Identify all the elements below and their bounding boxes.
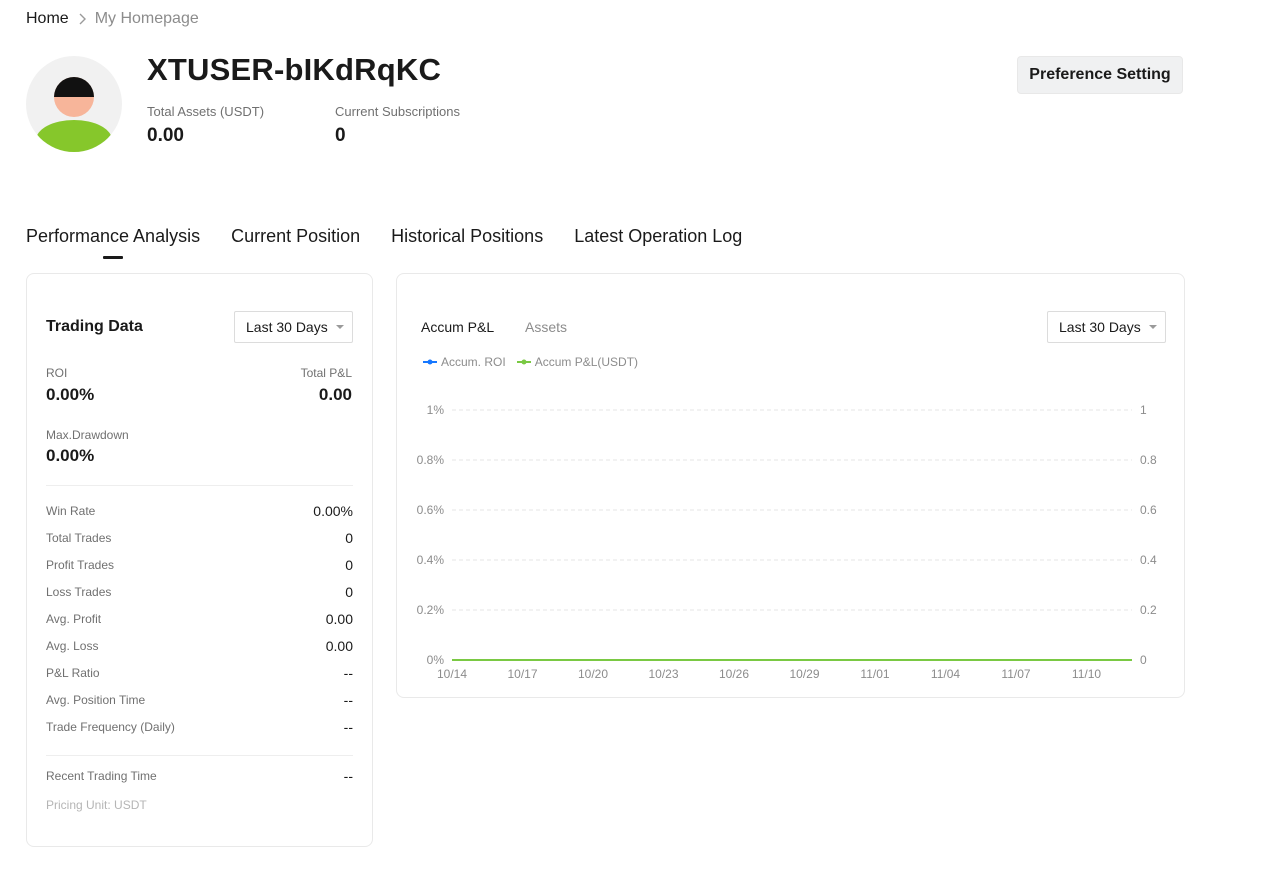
roi-value: 0.00% [46, 385, 95, 404]
y-left-tick-label: 0% [427, 653, 445, 667]
stat-row-label: Avg. Profit [46, 612, 102, 626]
y-right-tick-label: 0.6 [1140, 503, 1157, 517]
total-assets-stat: Total Assets (USDT) 0.00 [147, 104, 264, 147]
tab-current-position[interactable]: Current Position [231, 226, 360, 247]
subscriptions-stat: Current Subscriptions 0 [335, 104, 460, 147]
avatar [26, 56, 122, 152]
stat-row-trade-frequency: Trade Frequency (Daily) -- [46, 717, 353, 737]
x-tick-label: 10/17 [507, 667, 537, 681]
x-tick-label: 11/01 [860, 667, 889, 681]
stat-row-value: 0.00% [313, 503, 353, 519]
chevron-right-icon [71, 9, 93, 29]
username: XTUSER-bIKdRqKC [147, 52, 442, 87]
stat-row-value: 0.00 [325, 611, 353, 627]
stat-row-value: -- [343, 768, 353, 784]
stat-row-avg-profit: Avg. Profit 0.00 [46, 609, 353, 629]
max-drawdown-label: Max.Drawdown [46, 428, 129, 442]
stat-row-value: 0 [345, 557, 353, 573]
stat-row-avg-position-time: Avg. Position Time -- [46, 690, 353, 710]
max-drawdown-value: 0.00% [46, 446, 95, 465]
stat-row-label: P&L Ratio [46, 666, 100, 680]
breadcrumb: Home My Homepage [26, 9, 199, 29]
x-tick-label: 11/04 [931, 667, 960, 681]
y-left-tick-label: 1% [427, 403, 445, 417]
trading-data-card: Trading Data Last 30 Days ROI 0.00% Tota… [26, 273, 373, 847]
stat-row-label: Avg. Position Time [46, 693, 146, 707]
stat-row-label: Avg. Loss [46, 639, 99, 653]
tab-bar: Performance Analysis Current Position Hi… [26, 226, 773, 247]
stat-row-loss-trades: Loss Trades 0 [46, 582, 353, 602]
stat-row-value: 0 [345, 584, 353, 600]
y-left-tick-label: 0.4% [417, 553, 445, 567]
subscriptions-value: 0 [335, 125, 346, 146]
stat-row-label: Loss Trades [46, 585, 112, 599]
trading-period-select[interactable]: Last 30 Days [234, 311, 353, 343]
stat-row-value: 0.00 [325, 638, 353, 654]
y-right-tick-label: 0.8 [1140, 453, 1157, 467]
stat-row-label: Profit Trades [46, 558, 115, 572]
stat-row-label: Win Rate [46, 504, 96, 518]
stat-row-recent-trading-time: Recent Trading Time -- [46, 766, 353, 786]
breadcrumb-home-link[interactable]: Home [26, 10, 69, 28]
y-right-tick-label: 1 [1140, 403, 1147, 417]
stat-row-label: Total Trades [46, 531, 112, 545]
stat-row-win-rate: Win Rate 0.00% [46, 501, 353, 521]
total-pnl-value: 0.00 [318, 385, 352, 404]
accum-pnl-chart: 0% 0 0.2% 0.2 0.4% 0.4 0.6% 0.6 0.8% 0.8 1% 1 10/14 1… [417, 403, 1157, 681]
stat-row-value: -- [343, 719, 353, 735]
stat-row-avg-loss: Avg. Loss 0.00 [46, 636, 353, 656]
tab-historical-positions[interactable]: Historical Positions [391, 226, 543, 247]
stat-row-value: -- [343, 665, 353, 681]
divider [46, 755, 353, 756]
y-right-tick-label: 0.2 [1140, 603, 1157, 617]
y-left-tick-label: 0.6% [417, 503, 445, 517]
y-right-tick-label: 0.4 [1140, 553, 1157, 567]
y-left-tick-label: 0.8% [417, 453, 445, 467]
total-assets-label: Total Assets (USDT) [147, 104, 265, 119]
breadcrumb-current: My Homepage [94, 10, 199, 27]
x-tick-label: 10/20 [578, 667, 608, 681]
stat-row-profit-trades: Profit Trades 0 [46, 555, 353, 575]
trading-period-select-value: Last 30 Days [246, 319, 328, 335]
tab-latest-operation-log[interactable]: Latest Operation Log [574, 226, 742, 247]
roi-label: ROI [46, 366, 68, 380]
caret-down-icon [335, 325, 344, 329]
user-avatar-icon [36, 77, 112, 152]
stat-row-value: 0 [345, 530, 353, 546]
chart-card: Accum P&L Assets Last 30 Days Accum. ROI… [396, 273, 1185, 698]
total-assets-value: 0.00 [147, 125, 184, 146]
x-tick-label: 11/07 [1001, 667, 1030, 681]
stat-row-label: Recent Trading Time [46, 769, 157, 783]
trading-data-title: Trading Data [46, 318, 143, 335]
pricing-unit-note: Pricing Unit: USDT [46, 798, 147, 812]
preference-setting-button[interactable]: Preference Setting [1017, 56, 1183, 94]
divider [46, 485, 353, 486]
stat-row-value: -- [343, 692, 353, 708]
x-tick-label: 10/29 [789, 667, 819, 681]
x-tick-label: 10/26 [719, 667, 749, 681]
tab-performance-analysis[interactable]: Performance Analysis [26, 226, 200, 247]
x-tick-label: 10/23 [648, 667, 678, 681]
subscriptions-label: Current Subscriptions [335, 104, 460, 119]
x-tick-label: 11/10 [1072, 667, 1101, 681]
stat-row-label: Trade Frequency (Daily) [46, 720, 175, 734]
stat-row-total-trades: Total Trades 0 [46, 528, 353, 548]
x-tick-label: 10/14 [437, 667, 467, 681]
total-pnl-label: Total P&L [300, 366, 352, 380]
y-left-tick-label: 0.2% [417, 603, 445, 617]
y-right-tick-label: 0 [1140, 653, 1147, 667]
stat-row-pnl-ratio: P&L Ratio -- [46, 663, 353, 683]
